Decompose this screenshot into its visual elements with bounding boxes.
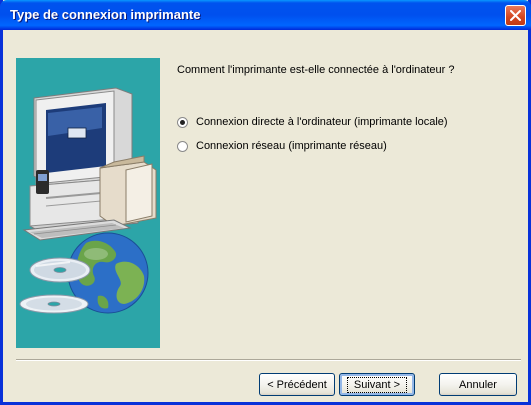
window-title: Type de connexion imprimante (10, 7, 201, 22)
cancel-button[interactable]: Annuler (439, 373, 517, 396)
radio-network-printer[interactable]: Connexion réseau (imprimante réseau) (177, 140, 387, 152)
question-text: Comment l'imprimante est-elle connectée … (177, 64, 455, 76)
next-button[interactable]: Suivant > (339, 373, 415, 396)
dialog-window: Type de connexion imprimante Comment l'i… (0, 0, 531, 405)
back-button[interactable]: < Précédent (259, 373, 335, 396)
radio-label-local[interactable]: Connexion directe à l'ordinateur (imprim… (196, 116, 448, 128)
close-button[interactable] (505, 5, 526, 26)
title-bar: Type de connexion imprimante (0, 0, 531, 30)
radio-button-network[interactable] (177, 140, 188, 152)
radio-button-local[interactable] (177, 116, 188, 128)
close-icon (510, 10, 521, 21)
wizard-illustration (16, 58, 160, 348)
radio-selected-dot (180, 119, 185, 125)
radio-local-printer[interactable]: Connexion directe à l'ordinateur (imprim… (177, 116, 448, 128)
button-separator (16, 359, 521, 361)
radio-label-network[interactable]: Connexion réseau (imprimante réseau) (196, 140, 387, 152)
computer-icon (22, 87, 157, 241)
next-button-label: Suivant > (346, 376, 408, 393)
